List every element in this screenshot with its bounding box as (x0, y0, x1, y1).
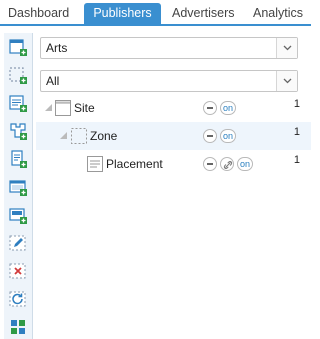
add-placement-icon[interactable] (8, 93, 28, 113)
refresh-icon[interactable] (8, 289, 28, 309)
tree-row-zone[interactable]: Zone on 1 (36, 122, 311, 150)
edit-icon[interactable] (8, 233, 28, 253)
hierarchy-icon[interactable] (8, 121, 28, 141)
tree-label-placement: Placement (106, 157, 163, 171)
add-site-icon[interactable] (8, 37, 28, 57)
tab-analytics[interactable]: Analytics (247, 3, 309, 25)
category-dropdown-button[interactable] (276, 38, 297, 58)
add-zone-icon[interactable] (8, 65, 28, 85)
delete-icon[interactable] (8, 261, 28, 281)
tab-dashboard[interactable]: Dashboard (2, 3, 75, 25)
category-select[interactable]: Arts (40, 37, 298, 59)
expand-triangle-icon[interactable] (44, 103, 53, 112)
collapse-button[interactable] (203, 101, 217, 115)
chevron-down-icon (283, 45, 292, 51)
tree-label-zone: Zone (90, 129, 118, 143)
tree-count: 1 (293, 98, 300, 110)
status-toggle[interactable]: on (237, 157, 253, 171)
chevron-down-icon (283, 78, 292, 84)
category-select-value: Arts (46, 41, 68, 55)
link-icon (223, 161, 233, 169)
status-dropdown-button[interactable] (276, 71, 297, 91)
status-toggle[interactable]: on (220, 101, 236, 115)
tree-count: 1 (293, 126, 300, 138)
zone-icon (71, 128, 87, 144)
add-banner-icon[interactable] (8, 177, 28, 197)
status-select-value: All (46, 74, 60, 88)
tree-label-site: Site (74, 101, 95, 115)
collapse-button[interactable] (203, 129, 217, 143)
add-block-icon[interactable] (8, 205, 28, 225)
main-tab-bar: Dashboard Publishers Advertisers Analyti… (0, 0, 311, 26)
tree-row-placement[interactable]: Placement on 1 (36, 150, 311, 178)
status-toggle[interactable]: on (220, 129, 236, 143)
grid-icon[interactable] (8, 317, 28, 337)
status-select[interactable]: All (40, 70, 298, 92)
site-icon (55, 100, 71, 116)
tree-count: 1 (293, 154, 300, 166)
tab-publishers[interactable]: Publishers (84, 3, 161, 26)
tree-row-site[interactable]: Site on 1 (36, 94, 311, 122)
add-page-icon[interactable] (8, 149, 28, 169)
tab-advertisers[interactable]: Advertisers (166, 3, 241, 25)
expand-triangle-icon[interactable] (59, 131, 68, 140)
link-button[interactable] (220, 157, 234, 171)
left-toolbar (4, 33, 33, 339)
collapse-button[interactable] (203, 157, 217, 171)
placement-icon (87, 156, 103, 172)
